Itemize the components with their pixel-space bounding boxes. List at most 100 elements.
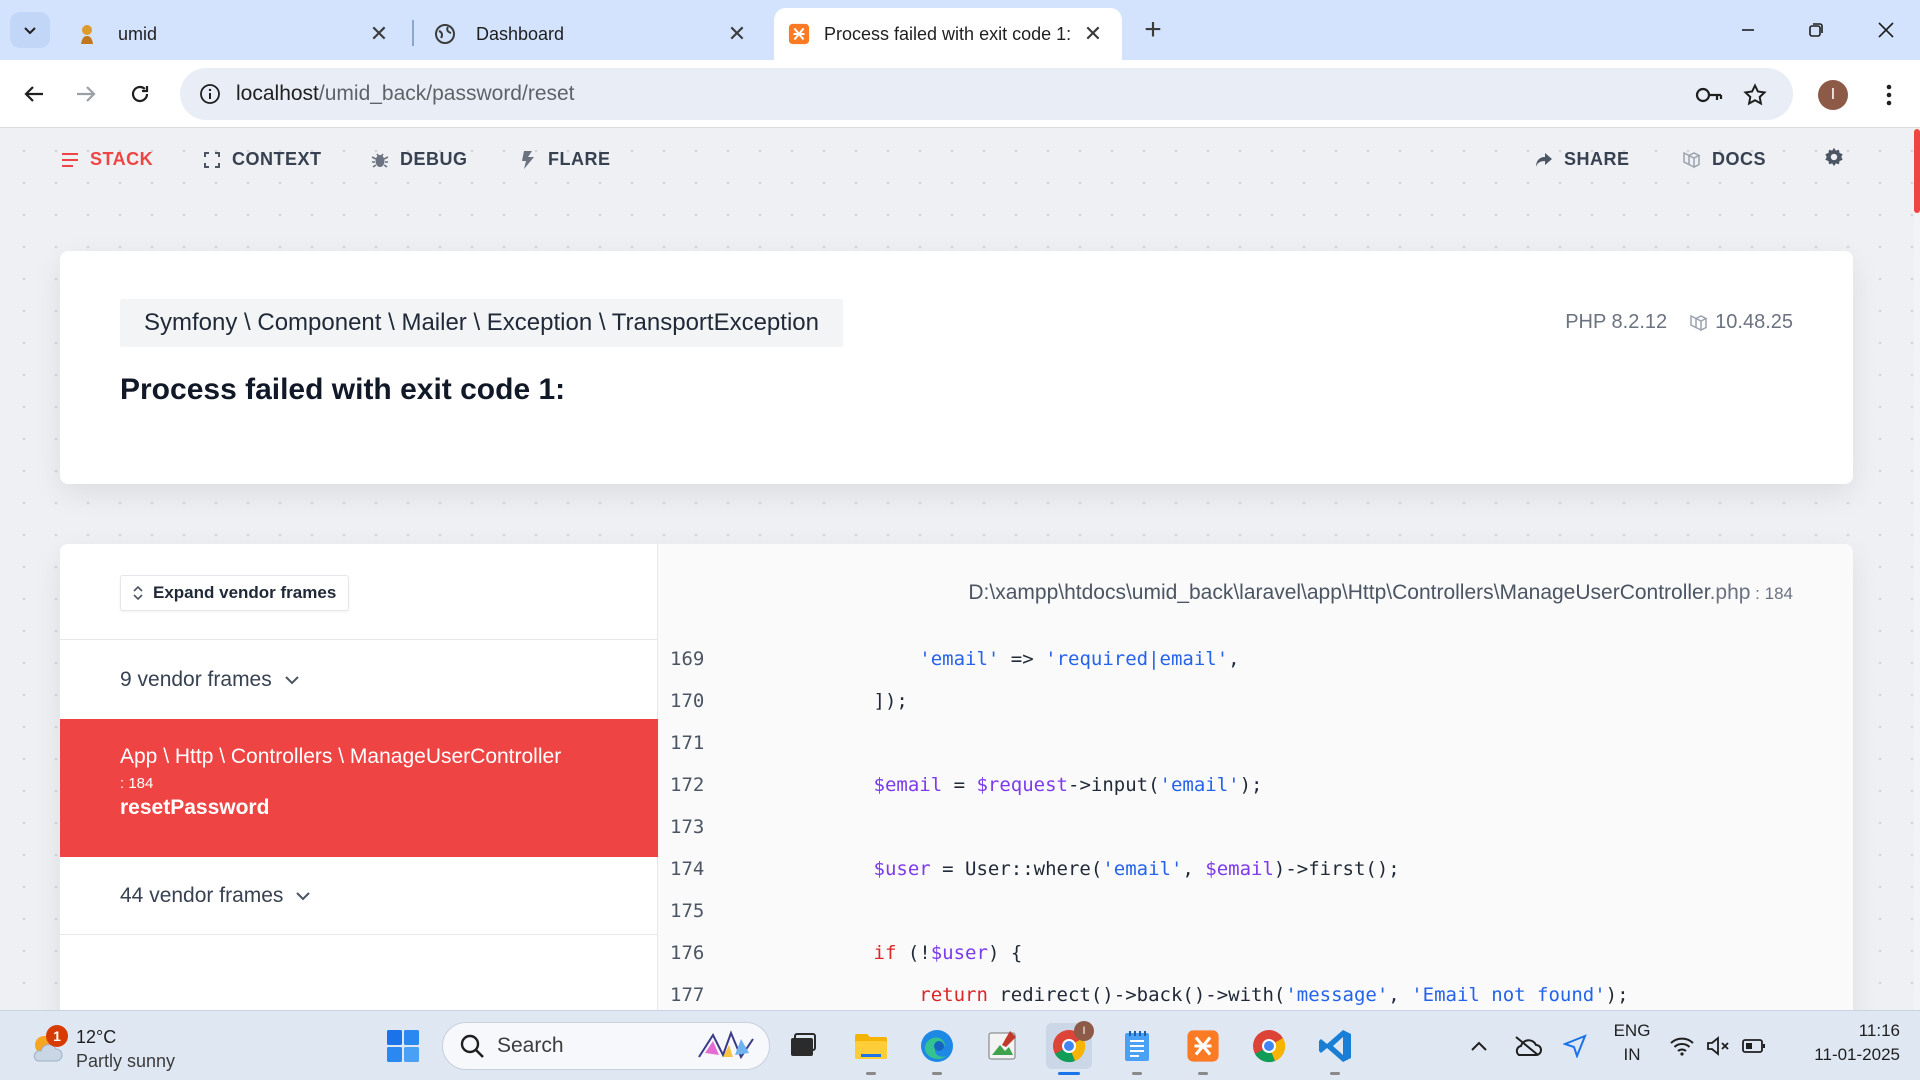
weather-notification-badge: 1 (46, 1025, 68, 1047)
xampp-favicon-icon (788, 23, 810, 45)
code-line[interactable]: 175 (658, 890, 1853, 932)
start-button[interactable] (380, 1023, 426, 1069)
omnibox[interactable]: localhost/umid_back/password/reset (180, 68, 1793, 120)
running-indicator (1058, 1072, 1080, 1075)
search-icon (460, 1034, 484, 1058)
code-line[interactable]: 169 'email' => 'required|email', (658, 638, 1853, 680)
paint-app-button[interactable] (980, 1023, 1026, 1069)
nav-docs[interactable]: DOCS (1682, 149, 1766, 170)
reload-icon (131, 85, 149, 103)
close-tab-icon[interactable]: ✕ (1078, 19, 1108, 49)
code-block: 169 'email' => 'required|email', 170 ]);… (658, 638, 1853, 1010)
profile-avatar[interactable]: I (1818, 80, 1848, 110)
tab-dashboard[interactable]: Dashboard ✕ (414, 8, 766, 60)
chrome-button[interactable]: I (1046, 1021, 1094, 1075)
more-vertical-icon (1886, 84, 1892, 106)
nav-debug[interactable]: DEBUG (370, 149, 468, 170)
code-line[interactable]: 171 (658, 722, 1853, 764)
restore-button[interactable] (1786, 10, 1846, 50)
line-number: 170 (670, 690, 705, 712)
show-hidden-icons-button[interactable] (1456, 1023, 1502, 1069)
file-explorer-button[interactable] (848, 1023, 894, 1075)
tab-title: umid (118, 23, 158, 44)
laravel-docs-icon (1682, 150, 1702, 170)
close-tab-icon[interactable]: ✕ (364, 19, 394, 49)
notepad-button[interactable] (1114, 1023, 1160, 1075)
close-tab-icon[interactable]: ✕ (722, 19, 752, 49)
ignition-nav: STACK CONTEXT DEBUG FLARE SHARE DOCS (0, 129, 1910, 193)
chevron-down-icon (24, 27, 36, 35)
laravel-version-text: 10.48.25 (1715, 311, 1793, 333)
url-text[interactable]: localhost/umid_back/password/reset (236, 82, 575, 106)
browser-menu-button[interactable] (1874, 78, 1904, 112)
chevron-down-icon (285, 675, 299, 684)
active-stack-frame[interactable]: App \ Http \ Controllers \ ManageUserCon… (60, 719, 658, 857)
tab-title: Dashboard (476, 23, 565, 44)
chrome-alt-button[interactable] (1246, 1023, 1292, 1069)
reload-button[interactable] (120, 74, 160, 114)
vendor-frames-group[interactable]: 9 vendor frames (60, 639, 658, 719)
nav-docs-label: DOCS (1712, 149, 1767, 169)
exception-class[interactable]: Symfony \ Component \ Mailer \ Exception… (120, 299, 843, 347)
battery-icon (1742, 1039, 1765, 1053)
onedrive-button[interactable] (1504, 1023, 1550, 1069)
tab-search-button[interactable] (10, 12, 50, 48)
code-line[interactable]: 176 if (!$user) { (658, 932, 1853, 974)
settings-button[interactable] (1824, 147, 1844, 167)
clock[interactable]: 11:16 11-01-2025 (1790, 1021, 1900, 1065)
nav-debug-label: DEBUG (400, 149, 468, 169)
restore-icon (1809, 23, 1823, 37)
tab-error-page[interactable]: Process failed with exit code 1: ✕ (774, 8, 1122, 60)
nav-context[interactable]: CONTEXT (202, 149, 322, 170)
chrome-icon (1253, 1030, 1286, 1063)
code-line[interactable]: 177 return redirect()->back()->with('mes… (658, 974, 1853, 1010)
code-line[interactable]: 172 $email = $request->input('email'); (658, 764, 1853, 806)
xampp-button[interactable] (1180, 1023, 1226, 1075)
list-icon (60, 150, 80, 170)
file-path-dir: D:\xampp\htdocs\umid_back\laravel\app\Ht… (968, 581, 1710, 604)
forward-button[interactable] (66, 74, 106, 114)
vscode-button[interactable] (1312, 1023, 1358, 1075)
line-number: 173 (670, 816, 705, 838)
scrollbar-thumb[interactable] (1914, 129, 1920, 213)
chevron-up-icon (1471, 1041, 1487, 1051)
vendor-frames-count: 9 vendor frames (120, 667, 272, 691)
code-line[interactable]: 170 ]); (658, 680, 1853, 722)
laravel-icon (1690, 314, 1708, 331)
site-info-icon[interactable] (196, 80, 224, 108)
task-view-button[interactable] (780, 1023, 826, 1069)
code-line[interactable]: 173 (658, 806, 1853, 848)
file-extension: .php (1709, 581, 1751, 604)
edge-icon (921, 1030, 953, 1062)
new-tab-button[interactable]: + (1137, 13, 1169, 46)
url-host: localhost (236, 82, 319, 105)
scrollbar-track[interactable] (1914, 129, 1920, 1010)
back-button[interactable] (14, 74, 54, 114)
code-line[interactable]: 174 $user = User::where('email', $email)… (658, 848, 1853, 890)
arrow-right-icon (77, 86, 96, 102)
taskbar-search[interactable]: Search (442, 1022, 770, 1070)
vendor-frames-group[interactable]: 44 vendor frames (60, 857, 658, 935)
chevron-down-icon (296, 891, 311, 900)
minimize-button[interactable] (1718, 10, 1778, 50)
code-snippet-panel: D:\xampp\htdocs\umid_back\laravel\app\Ht… (658, 544, 1853, 1010)
nav-stack[interactable]: STACK (60, 149, 153, 170)
edge-browser-button[interactable] (914, 1023, 960, 1075)
nav-flare[interactable]: FLARE (518, 149, 611, 170)
file-path[interactable]: D:\xampp\htdocs\umid_back\laravel\app\Ht… (968, 581, 1793, 605)
weather-widget[interactable]: 1 12°C Partly sunny (28, 1021, 228, 1071)
paint-icon (988, 1031, 1016, 1060)
close-window-button[interactable] (1856, 10, 1916, 50)
code-text: if (!$user) { (873, 942, 1023, 964)
password-key-icon[interactable] (1694, 80, 1724, 110)
gear-icon (1824, 147, 1844, 167)
nav-share[interactable]: SHARE (1534, 149, 1630, 170)
language-indicator[interactable]: ENG IN (1604, 1021, 1660, 1065)
tab-umid[interactable]: umid ✕ (56, 8, 408, 60)
expand-vendor-frames-button[interactable]: Expand vendor frames (120, 575, 350, 611)
location-button[interactable] (1552, 1023, 1598, 1069)
clock-time: 11:16 (1858, 1021, 1900, 1040)
bookmark-star-icon[interactable] (1740, 80, 1770, 110)
network-volume-battery[interactable] (1668, 1023, 1768, 1069)
xampp-icon (1187, 1030, 1219, 1062)
